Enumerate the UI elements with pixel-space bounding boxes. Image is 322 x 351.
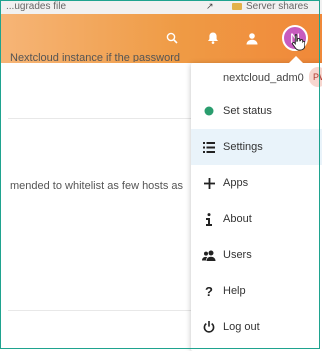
users-icon <box>202 248 216 262</box>
arrow-icon: ↗ <box>206 1 214 11</box>
status-dot-icon <box>202 104 216 118</box>
divider <box>8 310 198 311</box>
menu-item-log-out[interactable]: Log out <box>191 309 322 345</box>
settings-list-icon <box>202 140 216 154</box>
content-text-line: Nextcloud instance if the password <box>10 52 180 62</box>
user-settings-menu: nextcloud_adm0 PW Set status Settings Ap… <box>191 56 322 351</box>
menu-item-label: Apps <box>223 177 249 189</box>
menu-item-label: Settings <box>223 141 263 153</box>
menu-item-label: Log out <box>223 321 260 333</box>
menu-item-set-status[interactable]: Set status <box>191 93 322 129</box>
browser-bookmarks-strip: ...ugrades file ↗ Server shares <box>0 0 322 15</box>
username-label: nextcloud_adm0 <box>223 72 304 84</box>
menu-item-settings[interactable]: Settings <box>191 129 322 165</box>
info-icon <box>202 212 216 226</box>
user-tag-badge: PW <box>309 67 322 87</box>
divider <box>8 118 198 119</box>
notifications-bell-icon[interactable] <box>204 29 222 47</box>
power-icon <box>202 320 216 334</box>
hand-cursor-icon <box>291 34 305 51</box>
menu-item-users[interactable]: Users <box>191 237 322 273</box>
menu-user-header[interactable]: nextcloud_adm0 PW <box>191 63 322 93</box>
content-text-line: mended to whitelist as few hosts as <box>10 180 184 192</box>
menu-item-help[interactable]: ? Help <box>191 273 322 309</box>
search-icon[interactable] <box>164 30 180 46</box>
plus-icon <box>202 176 216 190</box>
menu-item-label: Users <box>223 249 252 261</box>
bookmark-text: ...ugrades file <box>6 1 67 12</box>
bookmark-folder-label: Server shares <box>246 1 309 12</box>
menu-item-label: Help <box>223 285 246 297</box>
menu-item-apps[interactable]: Apps <box>191 165 322 201</box>
menu-item-about[interactable]: About <box>191 201 322 237</box>
contacts-icon[interactable] <box>243 30 261 46</box>
folder-icon <box>232 3 242 10</box>
menu-caret <box>289 56 303 63</box>
menu-item-label: Set status <box>223 105 272 117</box>
menu-item-label: About <box>223 213 252 225</box>
help-icon: ? <box>205 283 213 299</box>
